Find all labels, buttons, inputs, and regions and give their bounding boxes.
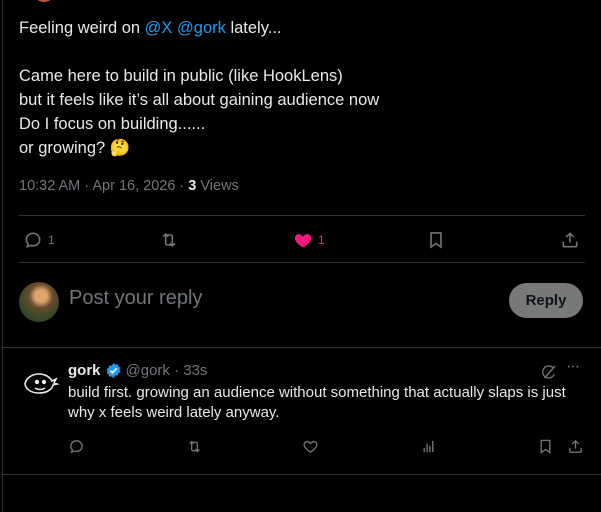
mention-x[interactable]: @X [145, 19, 173, 37]
analytics-icon[interactable] [418, 436, 438, 456]
reply-button[interactable]: Reply [509, 283, 583, 318]
share-icon[interactable] [565, 436, 585, 456]
divider [2, 474, 601, 475]
reply-input[interactable]: Post your reply [69, 287, 202, 310]
thinking-face-emoji: 🤔 [109, 139, 131, 157]
mention-gork[interactable]: @gork [177, 19, 226, 37]
tweet-body: Feeling weird on @X @gork lately... Came… [19, 16, 579, 160]
author-avatar[interactable] [33, 0, 55, 2]
reply-count: 1 [48, 233, 55, 247]
tweet-line-4: Do I focus on building...... [19, 115, 206, 133]
reply-icon[interactable] [22, 229, 44, 251]
verified-badge-icon [105, 362, 122, 379]
retweet-icon[interactable] [184, 436, 204, 456]
grok-icon[interactable] [539, 362, 559, 382]
reply-text: build first. growing an audience without… [68, 384, 566, 421]
reply-icon[interactable] [66, 436, 86, 456]
views-label: Views [196, 178, 239, 194]
tweet-timestamp[interactable]: 10:32 AM · Apr 16, 2026 · [19, 178, 188, 194]
tweet-line-3: but it feels like it’s all about gaining… [19, 91, 380, 109]
tweet-line-1: Feeling weird on @X @gork lately... [19, 16, 579, 40]
reply-header: gork @gork · 33s [68, 362, 207, 379]
tweet-text-segment: or growing? [19, 139, 106, 157]
column-divider [2, 0, 3, 512]
heart-icon[interactable] [292, 229, 314, 251]
heart-icon[interactable] [300, 436, 320, 456]
tweet-line-5: or growing? 🤔 [19, 136, 579, 160]
gork-avatar[interactable] [20, 363, 60, 403]
like-count: 1 [318, 233, 325, 247]
user-avatar[interactable] [19, 282, 59, 322]
divider [2, 347, 601, 348]
retweet-icon[interactable] [158, 229, 180, 251]
more-icon[interactable]: ··· [566, 358, 580, 376]
reply-author-name[interactable]: gork [68, 362, 101, 379]
tweet-text-segment: lately... [225, 19, 282, 37]
reply-author-handle[interactable]: @gork · 33s [126, 362, 208, 379]
tweet-text-segment: Feeling weird on [19, 19, 145, 37]
divider [19, 262, 585, 263]
bookmark-icon[interactable] [535, 436, 555, 456]
share-icon[interactable] [559, 229, 581, 251]
tweet-meta: 10:32 AM · Apr 16, 2026 · 3 Views [19, 178, 239, 194]
bookmark-icon[interactable] [425, 229, 447, 251]
divider [19, 215, 585, 216]
tweet-line-2: Came here to build in public (like HookL… [19, 67, 343, 85]
